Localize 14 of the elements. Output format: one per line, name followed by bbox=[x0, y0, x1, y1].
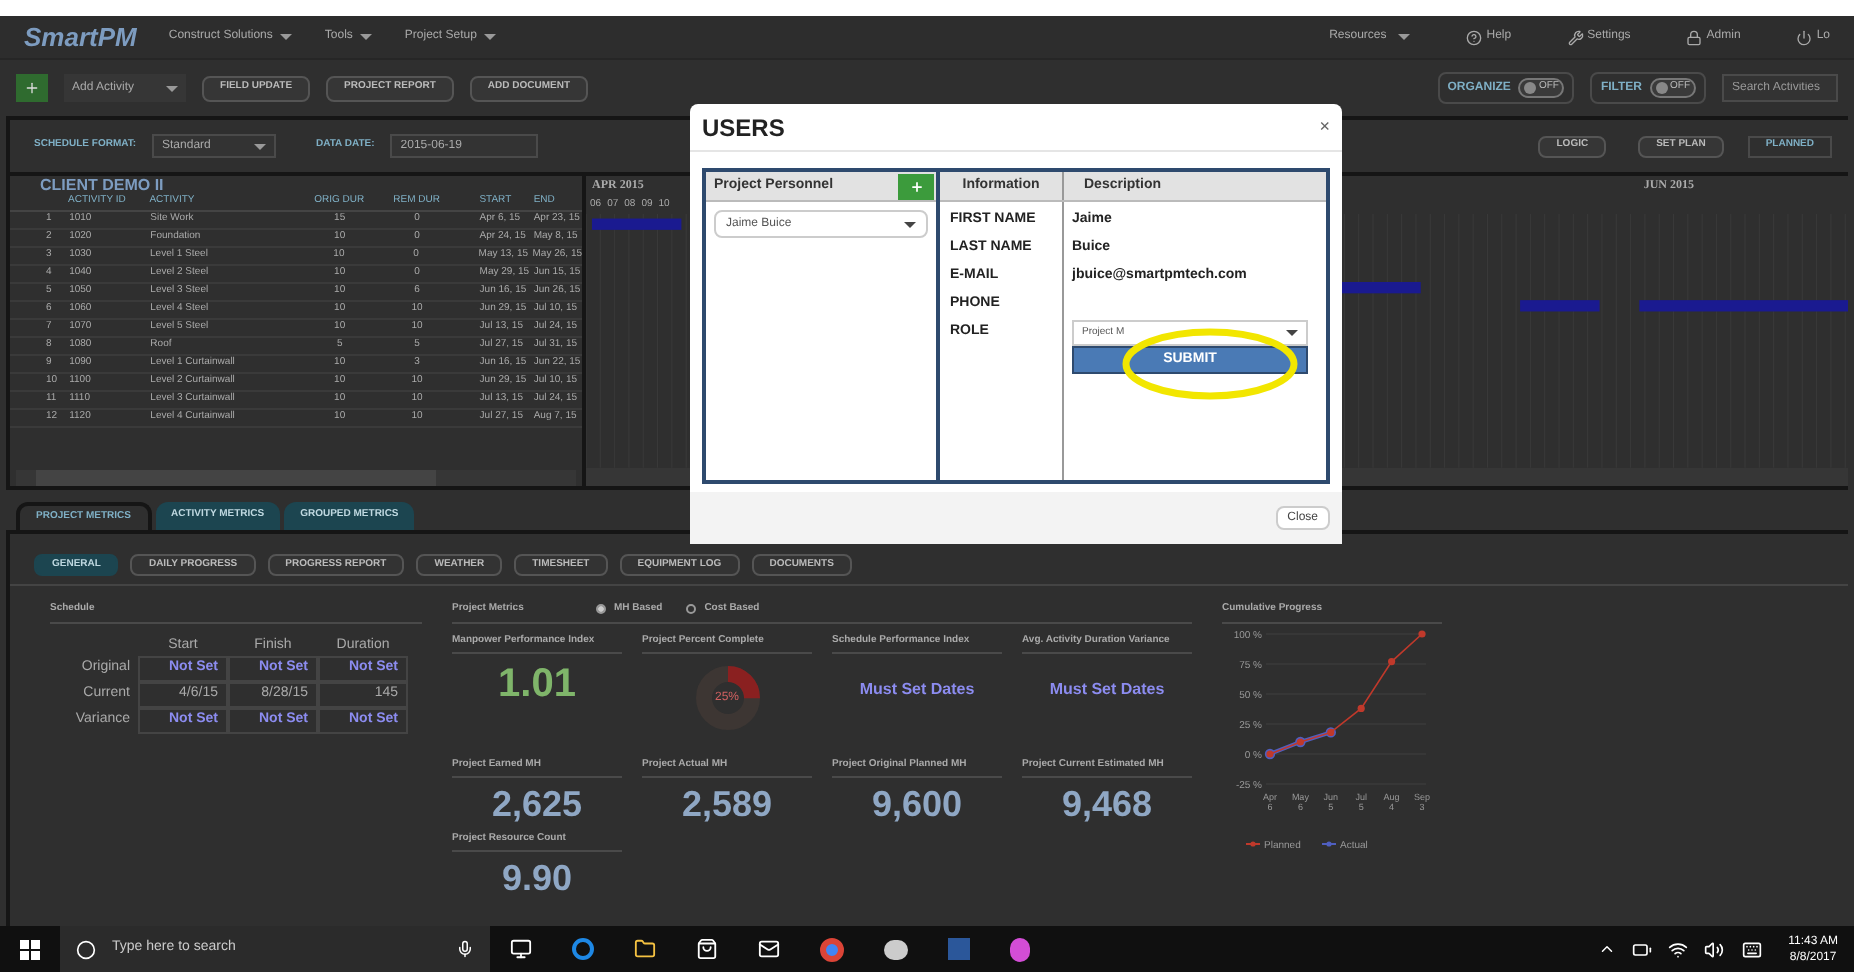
metric-value: 2,625 bbox=[489, 786, 585, 822]
point bbox=[1388, 657, 1396, 665]
logo: SmartPM bbox=[24, 19, 137, 56]
dialog-title: USERS bbox=[702, 111, 785, 145]
point bbox=[1418, 629, 1426, 637]
metric-value: 9,468 bbox=[1059, 786, 1155, 822]
metric-notice: Must Set Dates bbox=[857, 678, 977, 702]
grid-title: CLIENT DEMO II bbox=[38, 176, 166, 194]
metric-value: 9.90 bbox=[499, 860, 575, 896]
point bbox=[1357, 703, 1365, 711]
metric-value: 2,589 bbox=[679, 786, 775, 822]
metric-value: 1.01 bbox=[496, 660, 578, 710]
metric-value: 9,600 bbox=[869, 786, 965, 822]
metric-notice: Must Set Dates bbox=[1047, 678, 1167, 702]
